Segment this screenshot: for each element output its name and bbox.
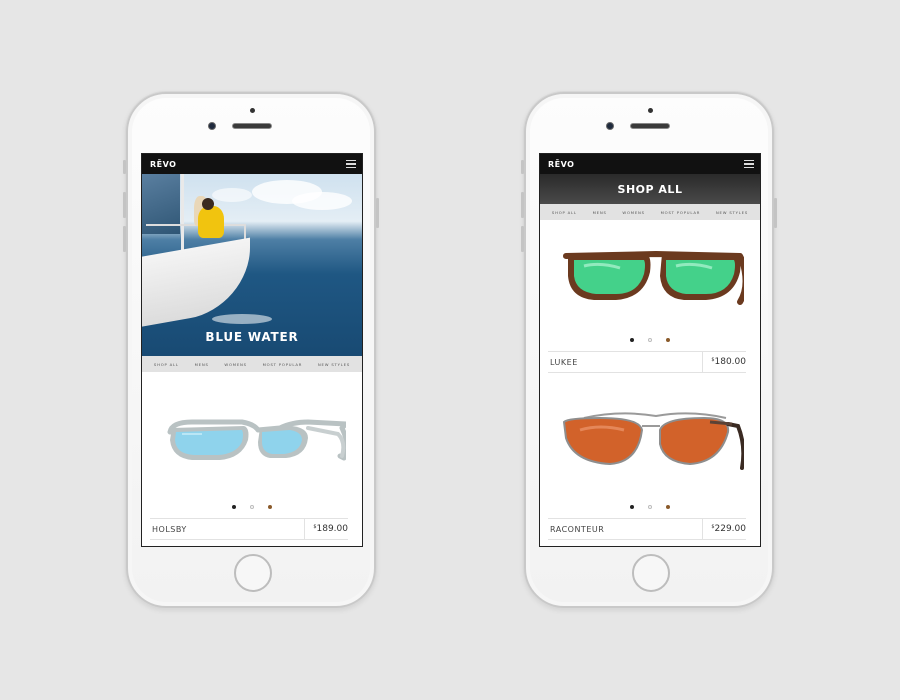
phone-left: RĒVO BLUE WATER SHOP ALL MENS WOMENS MOS… [123, 92, 379, 608]
proximity-sensor [648, 108, 653, 113]
product-image[interactable] [560, 246, 744, 308]
product-card[interactable]: RACONTEUR $229.00 [540, 380, 760, 540]
color-options [142, 505, 362, 509]
nav-most-popular[interactable]: MOST POPULAR [661, 210, 701, 215]
category-nav: SHOP ALL MENS WOMENS MOST POPULAR NEW ST… [142, 356, 362, 372]
nav-new-styles[interactable]: NEW STYLES [716, 210, 748, 215]
product-name[interactable]: HOLSBY [150, 525, 187, 534]
top-bar: RĒVO [142, 154, 362, 174]
product-price: $180.00 [711, 357, 746, 367]
color-dot-brown[interactable] [268, 505, 272, 509]
power-button [774, 198, 777, 228]
front-camera [606, 122, 614, 130]
price-box: $229.00 [702, 519, 746, 539]
product-price: $229.00 [711, 524, 746, 534]
color-dot-brown[interactable] [666, 505, 670, 509]
color-dot-black[interactable] [232, 505, 236, 509]
phone-right: RĒVO SHOP ALL SHOP ALL MENS WOMENS MOST … [521, 92, 777, 608]
hero-title: BLUE WATER [205, 330, 299, 344]
product-card[interactable]: LUKEE $180.00 [540, 220, 760, 380]
volume-up-button [521, 192, 524, 218]
menu-icon[interactable] [744, 159, 754, 169]
color-dot-white[interactable] [648, 338, 652, 342]
earpiece-speaker [630, 123, 670, 129]
nav-shop-all[interactable]: SHOP ALL [154, 362, 179, 367]
proximity-sensor [250, 108, 255, 113]
screen-right: RĒVO SHOP ALL SHOP ALL MENS WOMENS MOST … [539, 153, 761, 547]
nav-shop-all[interactable]: SHOP ALL [552, 210, 577, 215]
brand-logo[interactable]: RĒVO [150, 160, 176, 169]
product-info: HOLSBY $189.00 [150, 518, 348, 540]
mute-switch [123, 160, 126, 174]
volume-down-button [123, 226, 126, 252]
product-info: LUKEE $180.00 [548, 351, 746, 373]
power-button [376, 198, 379, 228]
front-camera [208, 122, 216, 130]
product-name[interactable]: RACONTEUR [548, 525, 604, 534]
product-name[interactable]: LUKEE [548, 358, 578, 367]
menu-icon[interactable] [346, 159, 356, 169]
price-box: $180.00 [702, 352, 746, 372]
home-button[interactable] [632, 554, 670, 592]
color-dot-brown[interactable] [666, 338, 670, 342]
category-nav: SHOP ALL MENS WOMENS MOST POPULAR NEW ST… [540, 204, 760, 220]
color-dot-black[interactable] [630, 338, 634, 342]
product-price: $189.00 [313, 524, 348, 534]
color-options [540, 505, 760, 509]
product-image[interactable] [560, 410, 744, 472]
earpiece-speaker [232, 123, 272, 129]
price-value: 180.00 [714, 357, 747, 367]
price-value: 229.00 [714, 524, 747, 534]
nav-mens[interactable]: MENS [195, 362, 209, 367]
nav-new-styles[interactable]: NEW STYLES [318, 362, 350, 367]
hero-banner[interactable]: BLUE WATER [142, 174, 362, 356]
nav-mens[interactable]: MENS [593, 210, 607, 215]
price-value: 189.00 [316, 524, 349, 534]
top-bar: RĒVO [540, 154, 760, 174]
mute-switch [521, 160, 524, 174]
product-card[interactable]: HOLSBY $189.00 [142, 372, 362, 546]
nav-most-popular[interactable]: MOST POPULAR [263, 362, 303, 367]
color-dot-black[interactable] [630, 505, 634, 509]
volume-down-button [521, 226, 524, 252]
product-image[interactable] [162, 410, 346, 472]
color-dot-white[interactable] [250, 505, 254, 509]
product-info: RACONTEUR $229.00 [548, 518, 746, 540]
nav-womens[interactable]: WOMENS [622, 210, 644, 215]
page-title: SHOP ALL [540, 174, 760, 204]
color-dot-white[interactable] [648, 505, 652, 509]
color-options [540, 338, 760, 342]
price-box: $189.00 [304, 519, 348, 539]
home-button[interactable] [234, 554, 272, 592]
brand-logo[interactable]: RĒVO [548, 160, 574, 169]
volume-up-button [123, 192, 126, 218]
nav-womens[interactable]: WOMENS [224, 362, 246, 367]
screen-left: RĒVO BLUE WATER SHOP ALL MENS WOMENS MOS… [141, 153, 363, 547]
